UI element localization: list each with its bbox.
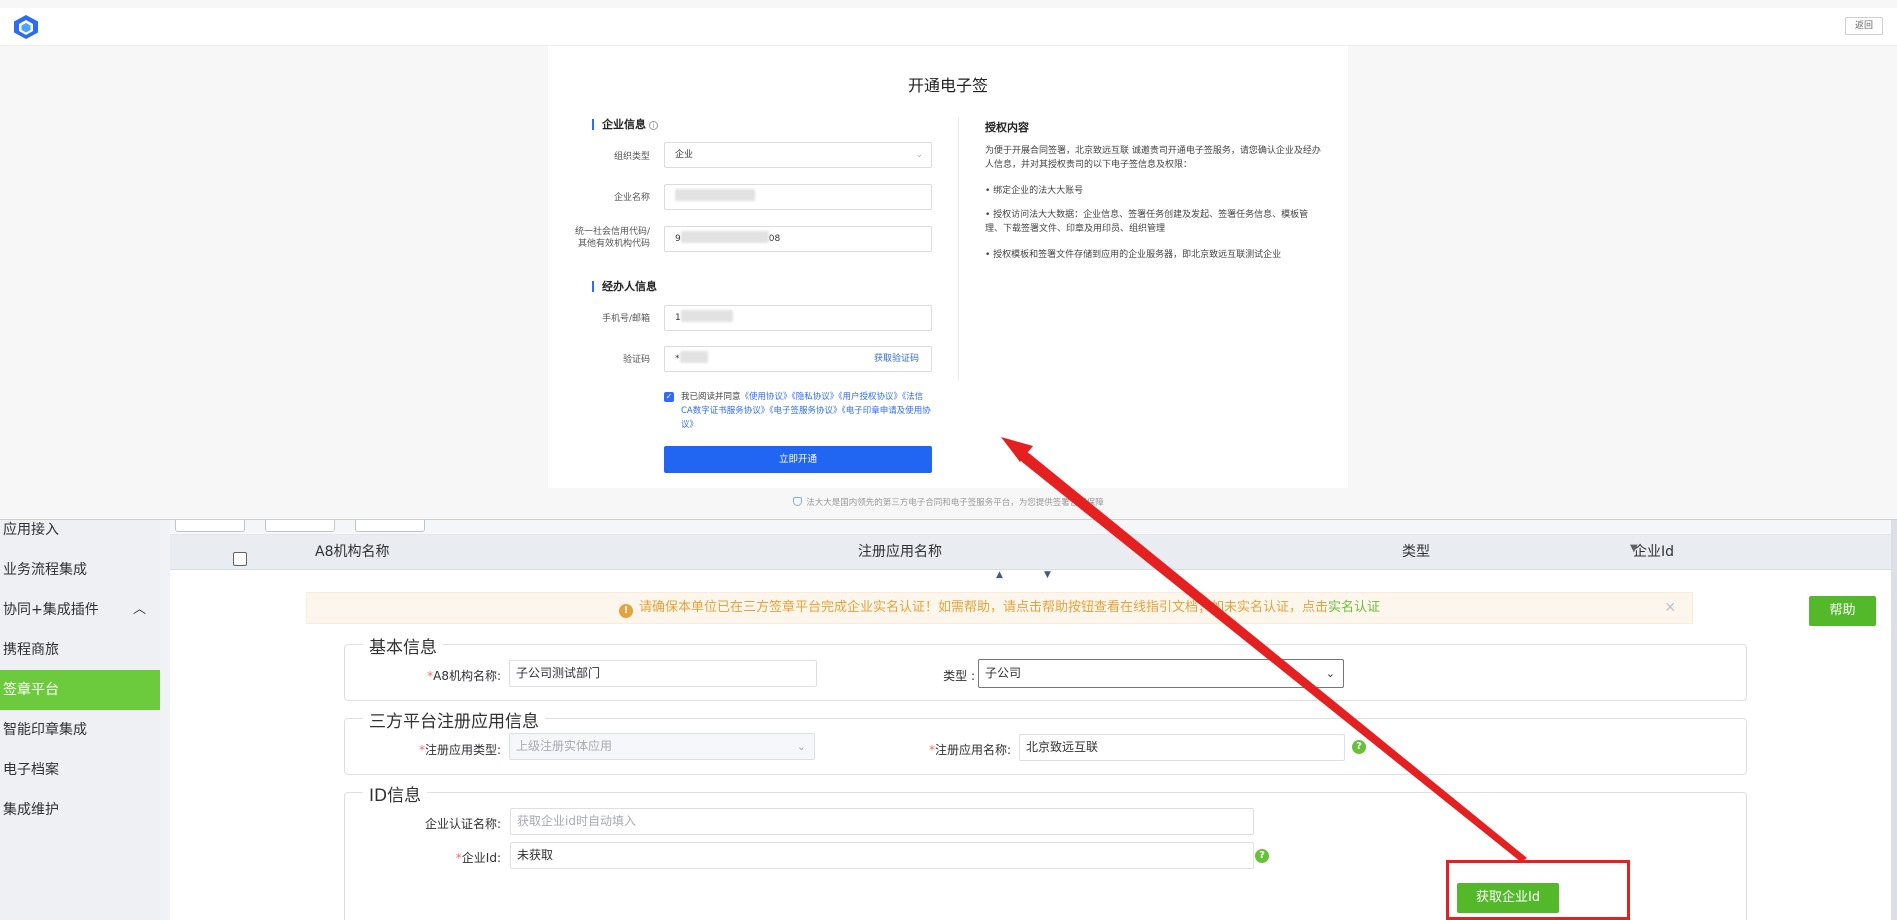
cert-name-input[interactable]: 获取企业id时自动填入 (510, 808, 1254, 835)
redacted-blur (680, 231, 769, 243)
sort-down-icon[interactable]: ▼ (1044, 570, 1051, 580)
reg-name-input[interactable]: 北京致远互联 (1019, 734, 1345, 761)
open-now-button[interactable]: 立即开通 (664, 446, 932, 473)
cert-name-label: 企业认证名称: (424, 817, 501, 831)
org-name-input[interactable]: 子公司测试部门 (509, 660, 817, 687)
auth-item: • 绑定企业的法大大账号 (985, 186, 1084, 196)
credit-code-input[interactable]: 9 08 (664, 226, 932, 252)
warning-icon: ! (618, 604, 633, 618)
chevron-down-icon: ⌄ (1325, 667, 1335, 680)
thirdparty-legend: 三方平台注册应用信息 (363, 707, 545, 732)
chevron-down-icon: ⌄ (796, 740, 806, 753)
type-select[interactable]: 子公司 ⌄ (978, 659, 1344, 688)
auth-item: • 授权访问法大大数据：企业信息、签署任务创建及发起、签署任务信息、模板管理、下… (985, 210, 1309, 234)
divider (958, 116, 959, 381)
chevron-down-icon: ⌄ (915, 150, 923, 160)
auth-item: • 授权模板和签署文件存储到应用的企业服务器，即北京致远互联测试企业 (985, 250, 1282, 260)
chevron-up-icon[interactable]: ︿ (133, 590, 146, 630)
shield-icon (793, 497, 803, 506)
redacted-blur (675, 189, 755, 201)
info-icon[interactable]: i (649, 121, 658, 130)
redacted-blur (679, 351, 708, 363)
e-sign-popup-window: 返回 开通电子签 企业信息 i 组织类型 企业 ⌄ 企业名称 统一社会信用代码/其他… (0, 0, 1897, 520)
vertical-scrollbar[interactable] (1891, 510, 1897, 920)
sidebar-item-plugins[interactable]: 协同+集成插件 ︿ (0, 590, 160, 630)
org-name-label: *A8机构名称: (427, 669, 501, 683)
footer-note: 法大大是国内领先的第三方电子合同和电子签服务平台，为您提供签署合规保障 (0, 496, 1897, 508)
main-content: A8机构名称 注册应用名称 类型 企业Id ▼ ▲ ▼ ! 请确保本单位已在三方签… (170, 510, 1897, 920)
backend-admin-panel: 应用接入 业务流程集成 协同+集成插件 ︿ 携程商旅 签章平台 智能印章集成 电子… (0, 510, 1897, 920)
popup-topbar: 返回 (0, 8, 1897, 46)
help-icon[interactable]: ? (1352, 740, 1366, 754)
basic-info-legend: 基本信息 (363, 633, 443, 658)
sidebar-item-signature-platform[interactable]: 签章平台 (0, 670, 160, 710)
sidebar-item-ctrip[interactable]: 携程商旅 (0, 630, 160, 670)
basic-info-section: 基本信息 *A8机构名称: 子公司测试部门 类型 : 子公司 ⌄ (344, 633, 1747, 701)
verify-code-label: 验证码 (622, 355, 650, 365)
type-label: 类型 : (943, 669, 975, 683)
reg-name-label: *注册应用名称: (928, 743, 1011, 757)
auth-content-heading: 授权内容 (985, 121, 1029, 134)
verify-code-input[interactable]: * 获取验证码 (664, 346, 932, 372)
company-name-input[interactable] (664, 184, 932, 210)
sort-up-icon[interactable]: ▲ (996, 570, 1003, 580)
help-icon[interactable]: ? (1255, 849, 1269, 863)
thirdparty-section: 三方平台注册应用信息 *注册应用类型: 上级注册实体应用 ⌄ *注册应用名称: 北… (344, 707, 1747, 775)
reg-type-label: *注册应用类型: (418, 743, 501, 757)
sidebar-item-smart-seal[interactable]: 智能印章集成 (0, 710, 160, 750)
company-name-label: 企业名称 (613, 193, 650, 203)
back-button[interactable]: 返回 (1845, 17, 1883, 35)
sidebar-item-maintenance[interactable]: 集成维护 (0, 790, 160, 830)
auth-intro-text: 为便于开展合同签署，北京致远互联 诚邀贵司开通电子签服务，请您确认企业及经办人信… (985, 146, 1321, 170)
credit-code-label: 统一社会信用代码/其他有效机构代码 (574, 227, 650, 249)
phone-input[interactable]: 1 (664, 305, 932, 331)
table-header: A8机构名称 注册应用名称 类型 企业Id ▼ (170, 535, 1897, 570)
warning-banner: ! 请确保本单位已在三方签章平台完成企业实名认证！如需帮助，请点击帮助按钮查看在线… (306, 592, 1693, 624)
agreement-checkbox-row: ✓ 我已阅读并同意《使用协议》《隐私协议》《用户授权协议》《法信CA数字证书服务协… (664, 392, 931, 430)
help-button[interactable]: 帮助 (1809, 596, 1876, 626)
phone-label: 手机号/邮箱 (601, 314, 650, 324)
close-icon[interactable]: ✕ (1664, 593, 1676, 623)
column-type[interactable]: 类型 (1402, 535, 1430, 570)
company-info-heading: 企业信息 i (592, 119, 658, 130)
sidebar-item-e-archive[interactable]: 电子档案 (0, 750, 160, 790)
sidebar-item-workflow[interactable]: 业务流程集成 (0, 550, 160, 590)
fadada-logo-icon (14, 15, 38, 39)
redacted-blur (680, 310, 733, 322)
enterprise-id-label: *企业Id: (455, 851, 501, 865)
agreement-checkbox[interactable]: ✓ (664, 392, 674, 402)
column-org-name[interactable]: A8机构名称 (315, 535, 389, 570)
select-all-checkbox[interactable] (233, 552, 247, 566)
column-enterprise-id[interactable]: 企业Id (1633, 535, 1674, 570)
open-esign-card: 开通电子签 企业信息 i 组织类型 企业 ⌄ 企业名称 统一社会信用代码/其他有效机… (548, 46, 1348, 488)
page-title: 开通电子签 (907, 76, 988, 95)
enterprise-id-input[interactable]: 未获取 (510, 842, 1254, 869)
org-type-label: 组织类型 (613, 152, 650, 162)
highlight-annotation-box (1446, 860, 1630, 920)
handler-info-heading: 经办人信息 (592, 281, 657, 292)
get-code-link[interactable]: 获取验证码 (874, 347, 919, 371)
reg-type-select[interactable]: 上级注册实体应用 ⌄ (509, 733, 815, 760)
org-type-select[interactable]: 企业 ⌄ (664, 142, 932, 168)
real-name-auth-link[interactable]: 实名认证 (1328, 600, 1380, 615)
id-info-legend: ID信息 (363, 781, 428, 806)
filter-caret-icon[interactable]: ▼ (1630, 531, 1638, 566)
column-app-name[interactable]: 注册应用名称 (858, 535, 942, 570)
sidebar: 应用接入 业务流程集成 协同+集成插件 ︿ 携程商旅 签章平台 智能印章集成 电子… (0, 510, 160, 920)
